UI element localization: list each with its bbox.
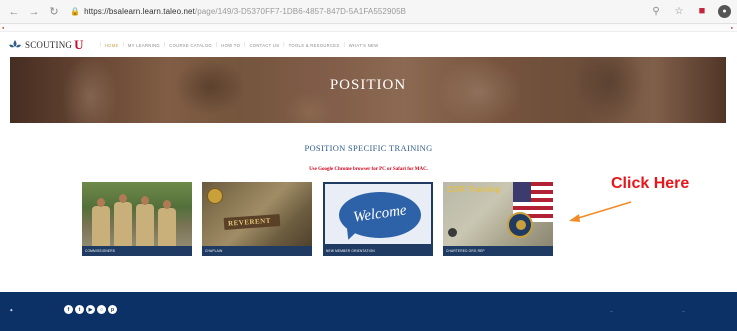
scout-figure	[114, 194, 132, 246]
card-caption: CHARTERED ORG REP	[446, 249, 485, 253]
footer-logo[interactable]: ◆	[10, 308, 13, 312]
card-caption-bar: COMMISSIONERS	[82, 246, 192, 256]
card-caption: NEW MEMBER ORIENTATION	[326, 249, 375, 253]
nav-tools-resources[interactable]: TOOLS & RESOURCES	[289, 43, 340, 48]
url-host: https://bsalearn.learn.taleo.net	[84, 7, 195, 16]
scout-figure	[158, 200, 176, 246]
card-chartered-org-rep[interactable]: COR Training CHARTERED ORG REP	[443, 182, 553, 256]
profile-icon[interactable]: ●	[718, 4, 731, 18]
card-chaplain[interactable]: REVERENT CHAPLAIN	[202, 182, 312, 256]
small-patch-icon	[448, 228, 457, 237]
top-nav: | HOME | MY LEARNING | COURSE CATALOG | …	[100, 42, 379, 48]
pinterest-icon[interactable]: p	[108, 305, 117, 314]
logo-u: U	[74, 37, 84, 52]
reload-icon[interactable]: ↻	[46, 4, 62, 20]
card-commissioners[interactable]: COMMISSIONERS	[82, 182, 192, 256]
nav-separator: |	[244, 42, 246, 48]
instagram-icon[interactable]: ○	[97, 305, 106, 314]
nav-separator: |	[283, 42, 285, 48]
social-links: f t ▶ ○ p	[64, 305, 117, 314]
welcome-text: Welcome	[352, 202, 408, 226]
bsa-patch-icon	[507, 212, 533, 238]
arrow-icon	[569, 201, 632, 222]
sign-text: REVERENT	[227, 216, 272, 228]
page: ← → ↻ 🔒 https://bsalearn.learn.taleo.net…	[0, 0, 737, 331]
section-title: POSITION SPECIFIC TRAINING	[304, 143, 433, 153]
forward-icon[interactable]: →	[26, 4, 42, 20]
nav-home[interactable]: HOME	[105, 43, 119, 48]
browser-note: Use Google Chrome browser for PC or Safa…	[309, 167, 428, 172]
card-new-member-orientation[interactable]: Welcome NEW MEMBER ORIENTATION	[323, 182, 433, 256]
nav-separator: |	[99, 42, 101, 48]
card-caption-bar: CHARTERED ORG REP	[443, 246, 553, 256]
logo-text: SCOUTING	[25, 40, 73, 50]
nav-contact-us[interactable]: CONTACT US	[249, 43, 279, 48]
url-path: /page/149/3-D5370FF7-1DB6-4857-847D-5A1F…	[194, 7, 407, 16]
card-caption-bar: NEW MEMBER ORIENTATION	[323, 246, 433, 256]
strip-left-marker: ●	[2, 25, 5, 30]
cor-training-text: COR Training	[447, 185, 501, 194]
zoom-icon[interactable]: ⚲	[649, 4, 663, 18]
site-header: SCOUTING U | HOME | MY LEARNING | COURSE…	[0, 33, 737, 57]
footer-copyright: —	[610, 309, 613, 313]
nav-course-catalog[interactable]: COURSE CATALOG	[169, 43, 212, 48]
star-icon[interactable]: ☆	[672, 4, 686, 18]
nav-how-to[interactable]: HOW TO	[221, 43, 240, 48]
card-image: COR Training	[443, 182, 553, 246]
fleur-de-lis-icon	[9, 40, 21, 48]
card-image: REVERENT	[202, 182, 312, 246]
welcome-bubble: Welcome	[339, 192, 421, 238]
address-bar[interactable]: 🔒 https://bsalearn.learn.taleo.net /page…	[70, 4, 630, 20]
nav-separator: |	[122, 42, 124, 48]
browser-toolbar: ← → ↻ 🔒 https://bsalearn.learn.taleo.net…	[0, 0, 737, 24]
nav-separator: |	[163, 42, 166, 48]
nav-separator: |	[215, 42, 218, 48]
back-icon[interactable]: ←	[6, 4, 22, 20]
scout-figure	[136, 196, 154, 246]
footer-links[interactable]: —	[682, 309, 685, 313]
card-caption-bar: CHAPLAIN	[202, 246, 312, 256]
facebook-icon[interactable]: f	[64, 305, 73, 314]
click-here-annotation: Click Here	[611, 175, 690, 192]
footer: ◆ f t ▶ ○ p — —	[0, 292, 737, 331]
nav-whats-new[interactable]: WHAT'S NEW	[349, 43, 379, 48]
card-caption: CHAPLAIN	[205, 249, 223, 253]
browser-actions: ⚲ ☆ ■ ●	[649, 4, 731, 18]
twitter-icon[interactable]: t	[75, 305, 84, 314]
hero-title: POSITION	[329, 77, 407, 93]
strip-right-marker: ●	[730, 25, 733, 30]
lock-icon: 🔒	[70, 7, 81, 16]
scout-figure	[92, 198, 110, 246]
nav-separator: |	[343, 42, 345, 48]
bookmark-strip: ● ●	[0, 24, 737, 32]
hero-banner: POSITION	[10, 57, 726, 123]
scouting-u-logo[interactable]: SCOUTING U	[8, 37, 84, 53]
reverent-sign: REVERENT	[223, 214, 281, 230]
card-image	[82, 182, 192, 246]
card-caption: COMMISSIONERS	[85, 249, 116, 253]
extension-icon[interactable]: ■	[695, 4, 709, 18]
youtube-icon[interactable]: ▶	[86, 305, 95, 314]
card-image: Welcome	[323, 182, 433, 246]
nav-my-learning[interactable]: MY LEARNING	[128, 43, 160, 48]
badge-icon	[207, 188, 223, 204]
